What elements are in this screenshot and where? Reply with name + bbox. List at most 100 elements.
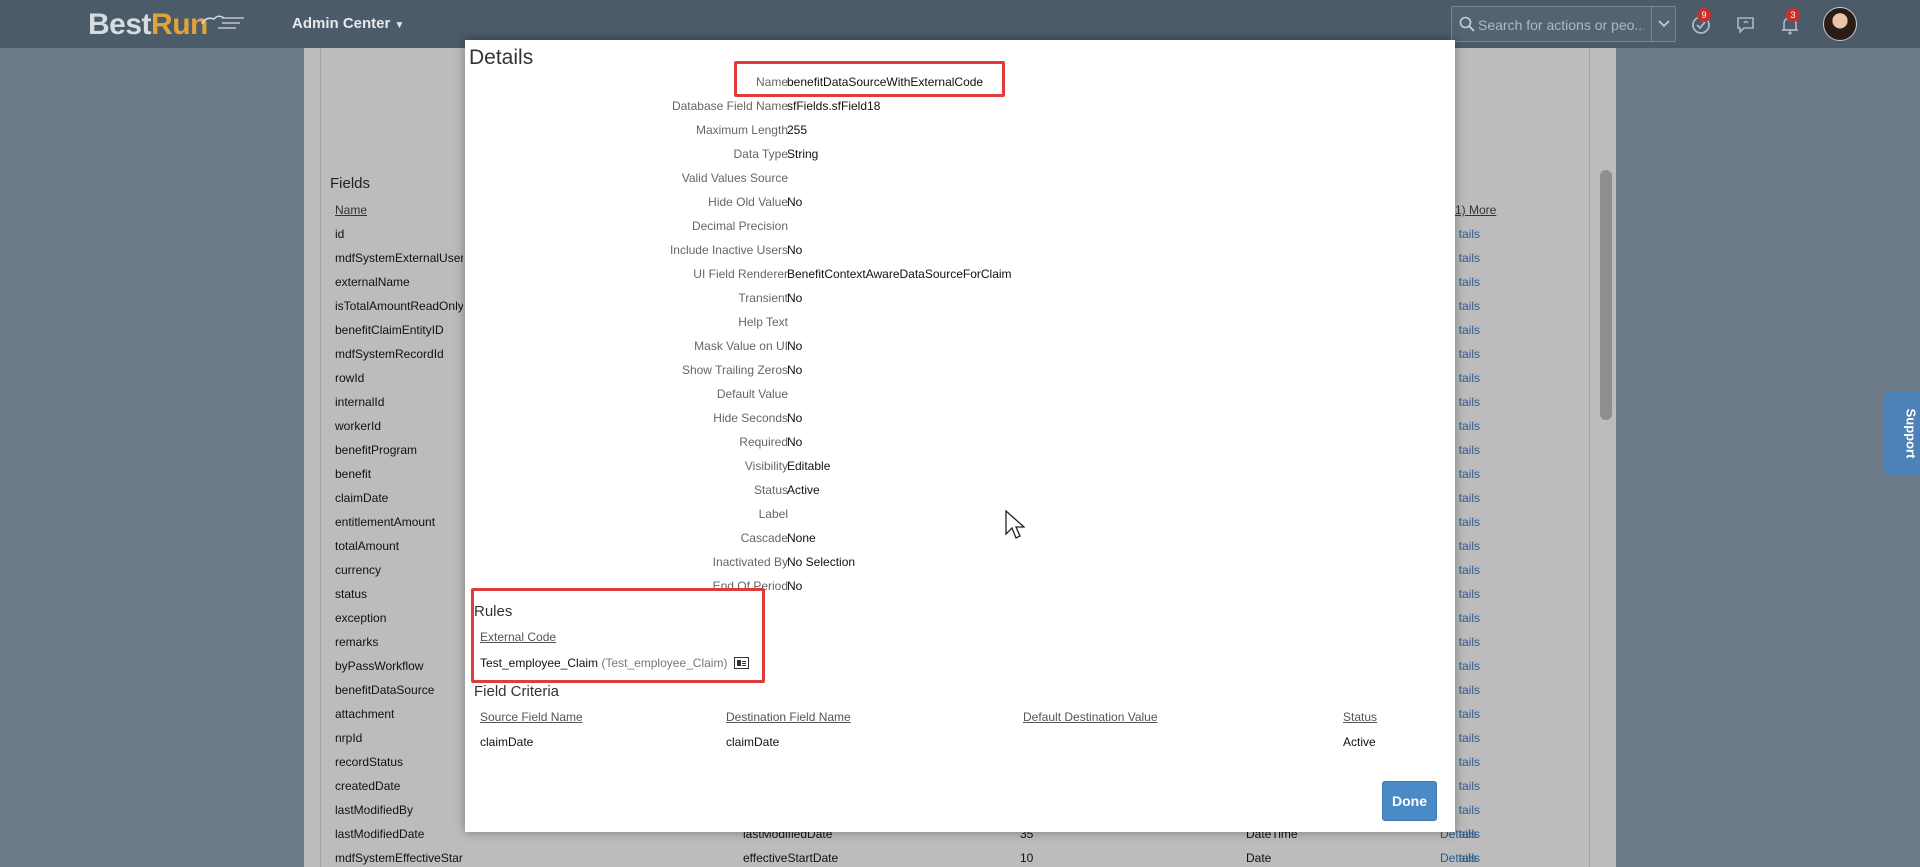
property-row: Data Type String xyxy=(465,142,1455,166)
details-link[interactable]: tails xyxy=(1455,371,1480,395)
criteria-header-destination[interactable]: Destination Field Name xyxy=(726,710,851,724)
property-row: Maximum Length 255 xyxy=(465,118,1455,142)
avatar[interactable] xyxy=(1823,7,1857,41)
field-name-item[interactable]: createdDate xyxy=(335,779,463,803)
details-link[interactable]: tails xyxy=(1455,251,1480,275)
details-link[interactable]: Details xyxy=(1440,851,1477,865)
field-name-item[interactable]: byPassWorkflow xyxy=(335,659,463,683)
property-value: No xyxy=(787,363,803,377)
bg-max-length: 10 xyxy=(1020,851,1034,865)
details-link[interactable]: tails xyxy=(1455,467,1480,491)
property-row: Show Trailing Zeros No xyxy=(465,358,1455,382)
details-link[interactable]: tails xyxy=(1455,275,1480,299)
property-row: Label xyxy=(465,502,1455,526)
details-link[interactable]: tails xyxy=(1455,419,1480,443)
module-switcher[interactable]: Admin Center ▼ xyxy=(292,15,404,32)
feedback-icon[interactable] xyxy=(1735,14,1757,36)
details-link[interactable]: tails xyxy=(1455,539,1480,563)
details-link[interactable]: tails xyxy=(1455,443,1480,467)
property-value: Editable xyxy=(787,459,831,473)
search-input[interactable] xyxy=(1478,14,1644,36)
details-link[interactable]: tails xyxy=(1455,299,1480,323)
criteria-header-status[interactable]: Status xyxy=(1343,710,1377,724)
field-name-item[interactable]: attachment xyxy=(335,707,463,731)
field-name-item[interactable]: lastModifiedBy xyxy=(335,803,463,827)
search-scope-dropdown[interactable] xyxy=(1651,7,1675,41)
field-name-item[interactable]: totalAmount xyxy=(335,539,463,563)
fields-more-header[interactable]: 1) More xyxy=(1455,203,1496,217)
field-name-item[interactable]: benefit xyxy=(335,467,463,491)
details-link[interactable]: tails xyxy=(1455,347,1480,371)
property-label: Valid Values Source xyxy=(681,171,788,185)
page-scrollbar[interactable] xyxy=(1600,170,1612,420)
global-search[interactable] xyxy=(1451,6,1676,42)
property-row: Required No xyxy=(465,430,1455,454)
field-name-item[interactable]: lastModifiedDate xyxy=(335,827,463,851)
field-name-item[interactable]: nrpId xyxy=(335,731,463,755)
field-name-item[interactable]: mdfSystemRecordId xyxy=(335,347,463,371)
details-link[interactable]: tails xyxy=(1455,395,1480,419)
property-value: BenefitContextAwareDataSourceForClaim xyxy=(787,267,1012,281)
property-row: Default Value xyxy=(465,382,1455,406)
property-value: sfFields.sfField18 xyxy=(787,99,881,113)
criteria-destination-value: claimDate xyxy=(726,735,780,749)
details-link[interactable]: tails xyxy=(1455,755,1480,779)
logo-text-best: Best xyxy=(88,8,152,41)
support-button[interactable]: Support xyxy=(1884,392,1920,476)
details-link[interactable]: tails xyxy=(1455,707,1480,731)
details-link[interactable]: tails xyxy=(1455,587,1480,611)
module-label: Admin Center xyxy=(292,15,391,32)
details-link[interactable]: tails xyxy=(1455,491,1480,515)
details-link[interactable]: tails xyxy=(1455,323,1480,347)
property-row: Transient No xyxy=(465,286,1455,310)
done-button[interactable]: Done xyxy=(1382,781,1437,821)
chevron-down-icon: ▼ xyxy=(394,20,405,31)
field-name-item[interactable]: benefitDataSource xyxy=(335,683,463,707)
support-label: Support xyxy=(1903,408,1919,459)
details-link[interactable]: tails xyxy=(1455,227,1480,251)
fields-name-header[interactable]: Name xyxy=(335,203,367,217)
property-value: No xyxy=(787,411,803,425)
field-name-item[interactable]: status xyxy=(335,587,463,611)
details-link[interactable]: tails xyxy=(1455,779,1480,803)
field-name-item[interactable]: internalId xyxy=(335,395,463,419)
field-name-item[interactable]: mdfSystemEffectiveStartDate xyxy=(335,851,463,867)
field-name-item[interactable]: workerId xyxy=(335,419,463,443)
property-row: Cascade None xyxy=(465,526,1455,550)
todo-badge: 9 xyxy=(1697,8,1711,22)
field-name-item[interactable]: remarks xyxy=(335,635,463,659)
property-value: No xyxy=(787,291,803,305)
property-label: Default Value xyxy=(716,387,788,401)
property-label: Required xyxy=(739,435,788,449)
field-name-item[interactable]: benefitClaimEntityID xyxy=(335,323,463,347)
field-properties: Name benefitDataSourceWithExternalCode Dat… xyxy=(465,70,1455,598)
details-link[interactable]: tails xyxy=(1455,803,1480,827)
fields-list: id mdfSystemExternalUserV externalName isTo… xyxy=(335,227,463,867)
property-row: Hide Old Value No xyxy=(465,190,1455,214)
field-name-item[interactable]: mdfSystemExternalUserV xyxy=(335,251,463,275)
property-label: Mask Value on UI xyxy=(694,339,788,353)
details-link[interactable]: tails xyxy=(1455,683,1480,707)
field-name-item[interactable]: currency xyxy=(335,563,463,587)
field-name-item[interactable]: rowId xyxy=(335,371,463,395)
field-name-item[interactable]: externalName xyxy=(335,275,463,299)
details-link[interactable]: tails xyxy=(1455,659,1480,683)
details-link[interactable]: tails xyxy=(1455,611,1480,635)
field-name-item[interactable]: entitlementAmount xyxy=(335,515,463,539)
field-name-item[interactable]: claimDate xyxy=(335,491,463,515)
details-link[interactable]: tails xyxy=(1455,635,1480,659)
criteria-header-default[interactable]: Default Destination Value xyxy=(1023,710,1158,724)
company-logo[interactable]: BestRun xyxy=(88,8,208,42)
field-name-item[interactable]: isTotalAmountReadOnly xyxy=(335,299,463,323)
details-link[interactable]: tails xyxy=(1455,515,1480,539)
details-link[interactable]: tails xyxy=(1455,563,1480,587)
property-label: Inactivated By xyxy=(712,555,788,569)
field-name-item[interactable]: recordStatus xyxy=(335,755,463,779)
property-label: Maximum Length xyxy=(695,123,788,137)
field-name-item[interactable]: exception xyxy=(335,611,463,635)
details-link[interactable]: tails xyxy=(1455,731,1480,755)
property-row: Valid Values Source xyxy=(465,166,1455,190)
field-name-item[interactable]: benefitProgram xyxy=(335,443,463,467)
criteria-header-source[interactable]: Source Field Name xyxy=(480,710,583,724)
field-name-item[interactable]: id xyxy=(335,227,463,251)
